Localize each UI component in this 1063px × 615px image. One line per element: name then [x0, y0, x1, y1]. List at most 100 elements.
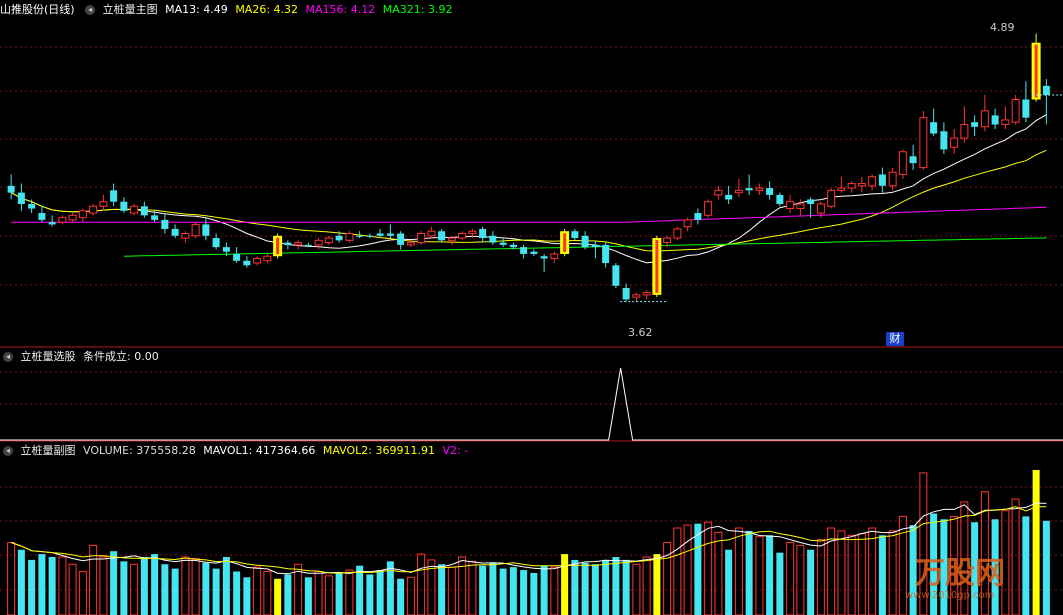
high-price-label: 4.89	[990, 21, 1015, 34]
candle-body	[406, 242, 415, 246]
candle-body	[335, 235, 343, 241]
candle-body	[796, 203, 805, 210]
candle-body	[509, 244, 517, 248]
candle-body	[233, 253, 241, 261]
volume-panel-header: ◂ 立桩量副图 VOLUME: 375558.28 MAVOL1: 417364…	[0, 443, 472, 459]
candle-body	[110, 190, 118, 202]
volume-bar	[642, 556, 651, 615]
volume-bar	[857, 533, 866, 615]
volume-bar	[571, 559, 579, 615]
mavol1-label: MAVOL1: 417364.66	[203, 444, 316, 457]
volume-bars	[7, 470, 1050, 615]
candle-body	[776, 194, 784, 204]
volume-bar	[376, 570, 384, 615]
candle-body	[120, 201, 128, 211]
candle-body	[520, 247, 528, 254]
candle-body	[438, 231, 446, 241]
volume-bar	[816, 539, 825, 615]
candle-body	[417, 233, 426, 244]
volume-bar	[417, 553, 426, 615]
candle-body	[314, 239, 323, 246]
volume-bar	[847, 534, 856, 615]
finance-badge[interactable]: 财	[886, 332, 904, 346]
kline-chart[interactable]	[0, 0, 1063, 615]
ma26-label: MA26: 4.32	[235, 3, 299, 16]
volume-bar	[520, 570, 528, 615]
volume-average-lines	[10, 502, 1047, 575]
volume-bar	[304, 577, 312, 615]
volume-bar	[673, 527, 682, 615]
select-indicator-name[interactable]: 立桩量选股	[21, 350, 76, 363]
volume-bar	[38, 554, 46, 615]
volume-bar	[540, 565, 548, 615]
volume-indicator-name[interactable]: 立桩量副图	[21, 444, 76, 457]
candle-body-inner	[276, 237, 280, 255]
candle-body	[745, 188, 753, 191]
candle-body	[386, 233, 394, 236]
low-price-label: 3.62	[628, 326, 653, 339]
main-indicator-name[interactable]: 立桩量主图	[103, 3, 158, 16]
candle-body	[48, 222, 56, 225]
volume-bar	[888, 530, 897, 615]
candle-body	[253, 258, 262, 264]
candle-body	[704, 201, 713, 216]
volume-bar	[345, 569, 354, 615]
volume-bar	[663, 542, 672, 615]
volume-bar	[1011, 498, 1020, 615]
candle-body	[397, 233, 405, 245]
volume-label: VOLUME: 375558.28	[83, 444, 196, 457]
candle-body	[99, 201, 108, 207]
main-panel-header: 山推股份(日线) ◂ 立桩量主图 MA13: 4.49 MA26: 4.32 M…	[0, 2, 456, 18]
collapse-icon[interactable]: ◂	[3, 352, 13, 362]
candle-body	[38, 213, 46, 220]
volume-bar	[161, 564, 169, 615]
collapse-icon[interactable]: ◂	[85, 5, 96, 15]
candle-body	[243, 260, 251, 266]
candle-body	[376, 233, 384, 236]
collapse-icon[interactable]: ◂	[3, 446, 13, 456]
candle-body	[1042, 85, 1050, 95]
volume-bar	[7, 542, 16, 615]
watermark-url: www.2010gp.com	[905, 590, 995, 601]
volume-bar	[48, 557, 56, 615]
candle-body	[1001, 119, 1010, 125]
volume-bar	[714, 531, 723, 615]
candle-body	[499, 242, 507, 245]
volume-bar	[78, 571, 87, 615]
candle-body	[786, 201, 795, 210]
volume-bar	[550, 566, 559, 615]
candle-body	[222, 247, 230, 252]
candle-body	[140, 206, 148, 216]
candle-body	[1022, 99, 1030, 118]
candle-body	[324, 237, 333, 244]
volume-bar	[366, 574, 374, 615]
candle-body	[878, 174, 886, 186]
candle-body	[7, 185, 15, 193]
stock-name[interactable]: 山推股份(日线)	[0, 3, 75, 16]
candle-body	[202, 224, 210, 236]
volume-bar	[755, 536, 764, 615]
candle-body	[857, 183, 866, 187]
candle-body-inner	[1034, 44, 1038, 98]
volume-bar	[1032, 470, 1040, 615]
candle-body	[468, 230, 477, 235]
mavol2-label: MAVOL2: 369911.91	[322, 444, 435, 457]
volume-bar	[734, 527, 743, 615]
volume-bar	[1042, 520, 1050, 615]
candle-body	[28, 203, 36, 209]
volume-bar	[561, 554, 569, 615]
volume-bar	[499, 568, 507, 615]
volume-bar	[1022, 516, 1030, 615]
volume-bar	[479, 565, 487, 615]
candle-body	[540, 256, 548, 259]
candle-body	[89, 205, 98, 214]
volume-bar	[786, 542, 795, 615]
candle-body	[725, 194, 733, 200]
condition-label: 条件成立: 0.00	[83, 350, 159, 363]
candle-body	[571, 231, 579, 239]
candle-body	[632, 294, 641, 298]
candle-body	[991, 115, 999, 125]
watermark-logo: 万股网	[915, 556, 1005, 591]
volume-bar	[745, 530, 753, 615]
volume-bar	[233, 571, 241, 615]
